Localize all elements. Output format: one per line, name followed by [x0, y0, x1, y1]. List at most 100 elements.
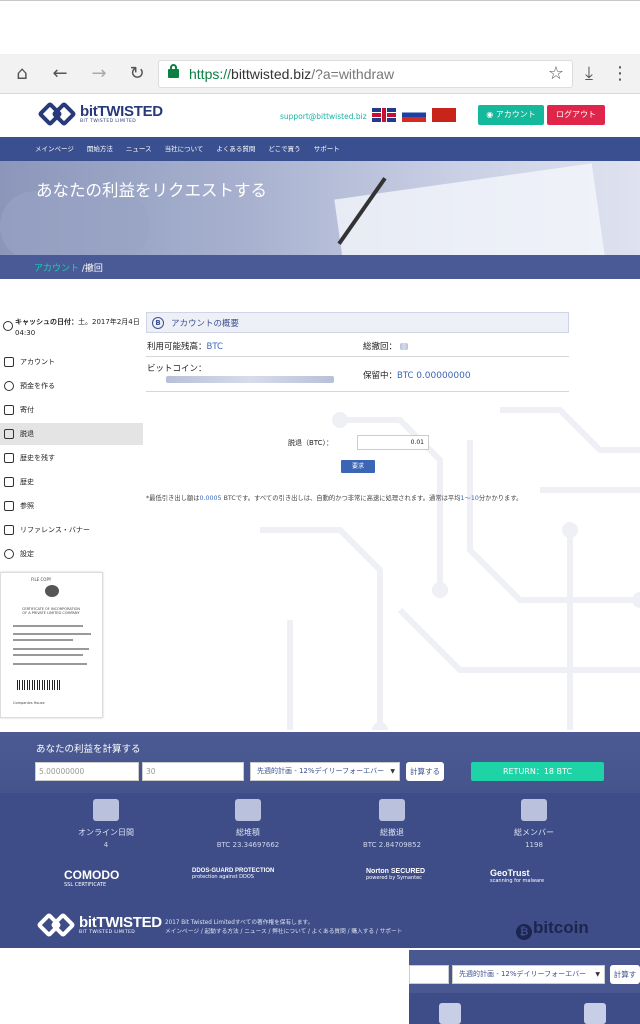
calc-days-input[interactable]: 30: [142, 762, 244, 781]
menu-dots-icon[interactable]: ⋮: [610, 64, 630, 84]
lock-icon: [168, 64, 179, 78]
sitemap-icon: [4, 501, 14, 511]
note-min-amount: 0.0005: [199, 495, 222, 502]
sidebar-item-withdraw-history[interactable]: 歴史を残す: [0, 447, 143, 469]
request-withdraw-button[interactable]: 要求: [341, 460, 375, 473]
footer-logo[interactable]: bitTWISTED BIT TWISTED LIMITED: [36, 912, 162, 938]
flag-uk-icon[interactable]: [372, 108, 396, 122]
calc-plan-select[interactable]: 先週的計画 - 12%デイリーフォーエバー ▼: [250, 762, 400, 781]
fragment-plan-select[interactable]: 先週的計画 - 12%デイリーフォーエバー ▼: [452, 965, 605, 984]
support-email-link[interactable]: support@bittwisted.biz: [280, 112, 367, 121]
withdraw-amount-input[interactable]: 0.01: [357, 435, 429, 450]
document-icon: [4, 453, 14, 463]
account-summary-header: B アカウントの概要: [146, 312, 569, 333]
logout-button[interactable]: ログアウト: [547, 105, 605, 125]
page-title: あなたの利益をリクエストする: [36, 181, 267, 200]
calendar-icon: [93, 799, 119, 821]
sidebar-item-label: 預金を作る: [20, 382, 55, 390]
stat-value: 4: [103, 841, 109, 849]
norton-badge: Norton SECURED powered by Symantec: [366, 868, 425, 898]
breadcrumb-bar: アカウント /撤回: [0, 255, 640, 279]
briefcase-icon: [4, 405, 14, 415]
bitcoin-icon: B: [152, 317, 164, 329]
megaphone-icon: [4, 525, 14, 535]
stat-value: BTC 2.84709852: [362, 841, 422, 849]
copyright: 2017 Bit Twisted Limitedすべての著作権を保有します。: [165, 920, 314, 926]
withdraw-note: *最低引き出し額は0.0005 BTCです。すべての引き出しは、自動的かつ非常に…: [146, 493, 566, 502]
calculate-button[interactable]: 計算する: [406, 762, 444, 781]
hero-banner: [0, 161, 640, 255]
sidebar-item-donation[interactable]: 寄付: [0, 399, 143, 421]
pending-currency: BTC: [397, 371, 414, 381]
cash-icon: [379, 799, 405, 821]
incorporation-certificate-image[interactable]: FILE COPY CERTIFICATE OF INCORPORATION O…: [0, 572, 103, 718]
list-icon: [4, 477, 14, 487]
sidebar-item-referral-banners[interactable]: リファレンス・バナー: [0, 519, 143, 541]
pending-label: 保留中：: [363, 371, 398, 381]
nav-item-where-to-buy[interactable]: どこで買う: [268, 137, 300, 161]
barcode-icon: [17, 680, 61, 690]
bitcoin-wallet-icon: [439, 1003, 461, 1024]
withdraw-icon: [4, 429, 14, 439]
return-result: RETURN：18 BTC: [471, 762, 604, 781]
fragment-input[interactable]: [409, 965, 449, 984]
note-prefix: *最低引き出し額は: [146, 495, 200, 502]
nav-item-getting-started[interactable]: 開始方法: [87, 137, 113, 161]
available-balance-label: 利用可能残高：: [147, 342, 207, 352]
site-logo[interactable]: bitTWISTED BIT TWISTED LIMITED: [37, 101, 163, 127]
cash-date-label: キャッシュの日付：: [15, 318, 78, 326]
back-icon[interactable]: ←: [50, 64, 70, 84]
breadcrumb-account-link[interactable]: アカウント: [34, 264, 79, 274]
nav-item-news[interactable]: ニュース: [126, 137, 152, 161]
nav-item-support[interactable]: サポート: [314, 137, 340, 161]
sidebar-item-label: 脱退: [20, 430, 34, 438]
footer-links[interactable]: メインページ / 起動する方法 / ニュース / 弊社について / よくある質問…: [165, 928, 402, 937]
stat-label: 総堆積: [236, 828, 260, 837]
home-icon[interactable]: ⌂: [12, 64, 32, 84]
stat-label: 総撤退: [380, 828, 404, 837]
dropdown-caret-icon: ▼: [595, 971, 600, 978]
total-withdrawn-label: 総撤回：: [363, 342, 398, 352]
flag-china-icon[interactable]: [432, 108, 456, 122]
reload-icon[interactable]: ↻: [127, 64, 147, 84]
certificate-title: CERTIFICATE OF INCORPORATION OF A PRIVAT…: [21, 607, 81, 615]
fragment-calculate-button[interactable]: 計算す: [610, 965, 640, 984]
norton-sub: powered by Symantec: [366, 875, 422, 881]
sidebar-item-referrals[interactable]: 参照: [0, 495, 143, 517]
bookmark-star-icon[interactable]: ☆: [546, 64, 566, 84]
sidebar-item-label: 設定: [20, 550, 34, 558]
norton-label: Norton SECURED: [366, 868, 426, 875]
nav-item-about[interactable]: 当社について: [165, 137, 204, 161]
note-time-range: 1～10: [460, 495, 479, 502]
flag-russia-icon[interactable]: [402, 108, 426, 122]
sidebar-item-account[interactable]: アカウント: [0, 351, 143, 373]
geotrust-badge: GeoTrust scanning for malware: [490, 868, 544, 898]
nav-item-main[interactable]: メインページ: [35, 137, 74, 161]
download-icon[interactable]: ⤓: [579, 64, 599, 84]
account-button[interactable]: ◉ アカウント: [478, 105, 544, 125]
bitcoin-logo: ₿ bitcoin: [516, 918, 589, 940]
calc-amount-input[interactable]: 5.00000000: [35, 762, 139, 781]
users-icon: [521, 799, 547, 821]
address-bar[interactable]: https://bittwisted.biz/?a=withdraw: [158, 60, 573, 88]
sidebar-item-settings[interactable]: 設定: [0, 543, 143, 565]
browser-toolbar: ⌂ ← → ↻ https://bittwisted.biz/?a=withdr…: [0, 54, 640, 94]
monitor-icon: [4, 357, 14, 367]
total-withdrawn-value: [399, 343, 408, 350]
url-scheme: https://: [189, 66, 232, 82]
sidebar-item-label: 歴史: [20, 478, 34, 486]
comodo-badge: COMODO SSL CERTIFICATE: [64, 868, 119, 898]
user-icon: ◉: [486, 110, 496, 119]
withdraw-amount-label: 脱退（BTC）：: [288, 439, 334, 447]
nav-item-faq[interactable]: よくある質問: [216, 137, 255, 161]
sidebar-item-history[interactable]: 歴史: [0, 471, 143, 493]
sidebar-item-deposit[interactable]: 預金を作る: [0, 375, 143, 397]
dropdown-caret-icon: ▼: [390, 768, 395, 775]
calc-plan-value: 先週的計画 - 12%デイリーフォーエバー: [257, 767, 385, 775]
bitcoin-wallet-address: [166, 376, 334, 383]
forward-icon[interactable]: →: [89, 64, 109, 84]
bitcoin-logo-text: bitcoin: [533, 918, 589, 937]
main-nav: メインページ 開始方法 ニュース 当社について よくある質問 どこで買う サポー…: [0, 137, 640, 161]
geotrust-sub: scanning for malware: [490, 878, 545, 884]
sidebar-item-withdraw[interactable]: 脱退: [0, 423, 143, 445]
